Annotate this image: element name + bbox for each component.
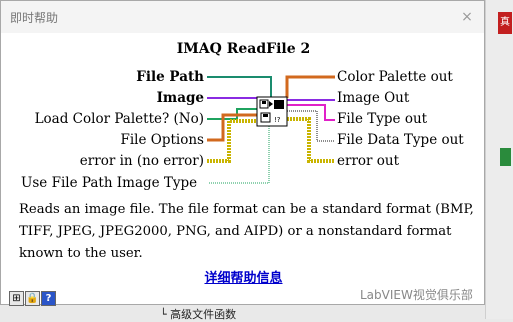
output-image-out: Image Out xyxy=(337,90,410,106)
input-file-path: File Path xyxy=(136,69,204,85)
input-image: Image xyxy=(156,90,204,106)
simple-diagram-button[interactable]: ⊞ xyxy=(9,291,24,306)
output-color-palette-out: Color Palette out xyxy=(337,69,453,85)
side-green-marker xyxy=(500,148,511,166)
svg-text:!?: !? xyxy=(274,116,281,124)
input-error-in: error in (no error) xyxy=(79,153,204,169)
context-help-window: 即时帮助 × IMAQ ReadFile 2 !? File Path Imag… xyxy=(0,0,486,307)
help-toolbar: ⊞ 🔒 ? xyxy=(9,291,56,307)
input-use-file-path-image-type: Use File Path Image Type xyxy=(21,175,198,191)
watermark: LabVIEW视觉俱乐部 xyxy=(360,288,473,302)
side-tab: 真 xyxy=(498,12,512,34)
background-palette-text: └ 高级文件函数 xyxy=(160,308,237,321)
help-icon[interactable]: ? xyxy=(41,291,56,306)
input-file-options: File Options xyxy=(120,132,205,148)
wire-color-palette-out xyxy=(285,75,335,98)
wire-use-path-type xyxy=(209,125,270,184)
input-load-color-palette: Load Color Palette? (No) xyxy=(34,111,204,127)
output-file-type-out: File Type out xyxy=(337,111,428,127)
background-window-edge: 真 xyxy=(485,0,513,319)
lock-icon[interactable]: 🔒 xyxy=(25,291,40,306)
output-error-out: error out xyxy=(337,153,400,169)
detailed-help-link[interactable]: 详细帮助信息 xyxy=(1,267,486,286)
wire-error-out xyxy=(287,117,335,163)
wire-file-path xyxy=(207,76,272,98)
vi-description: Reads an image file. The file format can… xyxy=(19,202,474,261)
output-file-data-type-out: File Data Type out xyxy=(337,132,464,148)
connector-pane-diagram: !? xyxy=(207,75,335,184)
